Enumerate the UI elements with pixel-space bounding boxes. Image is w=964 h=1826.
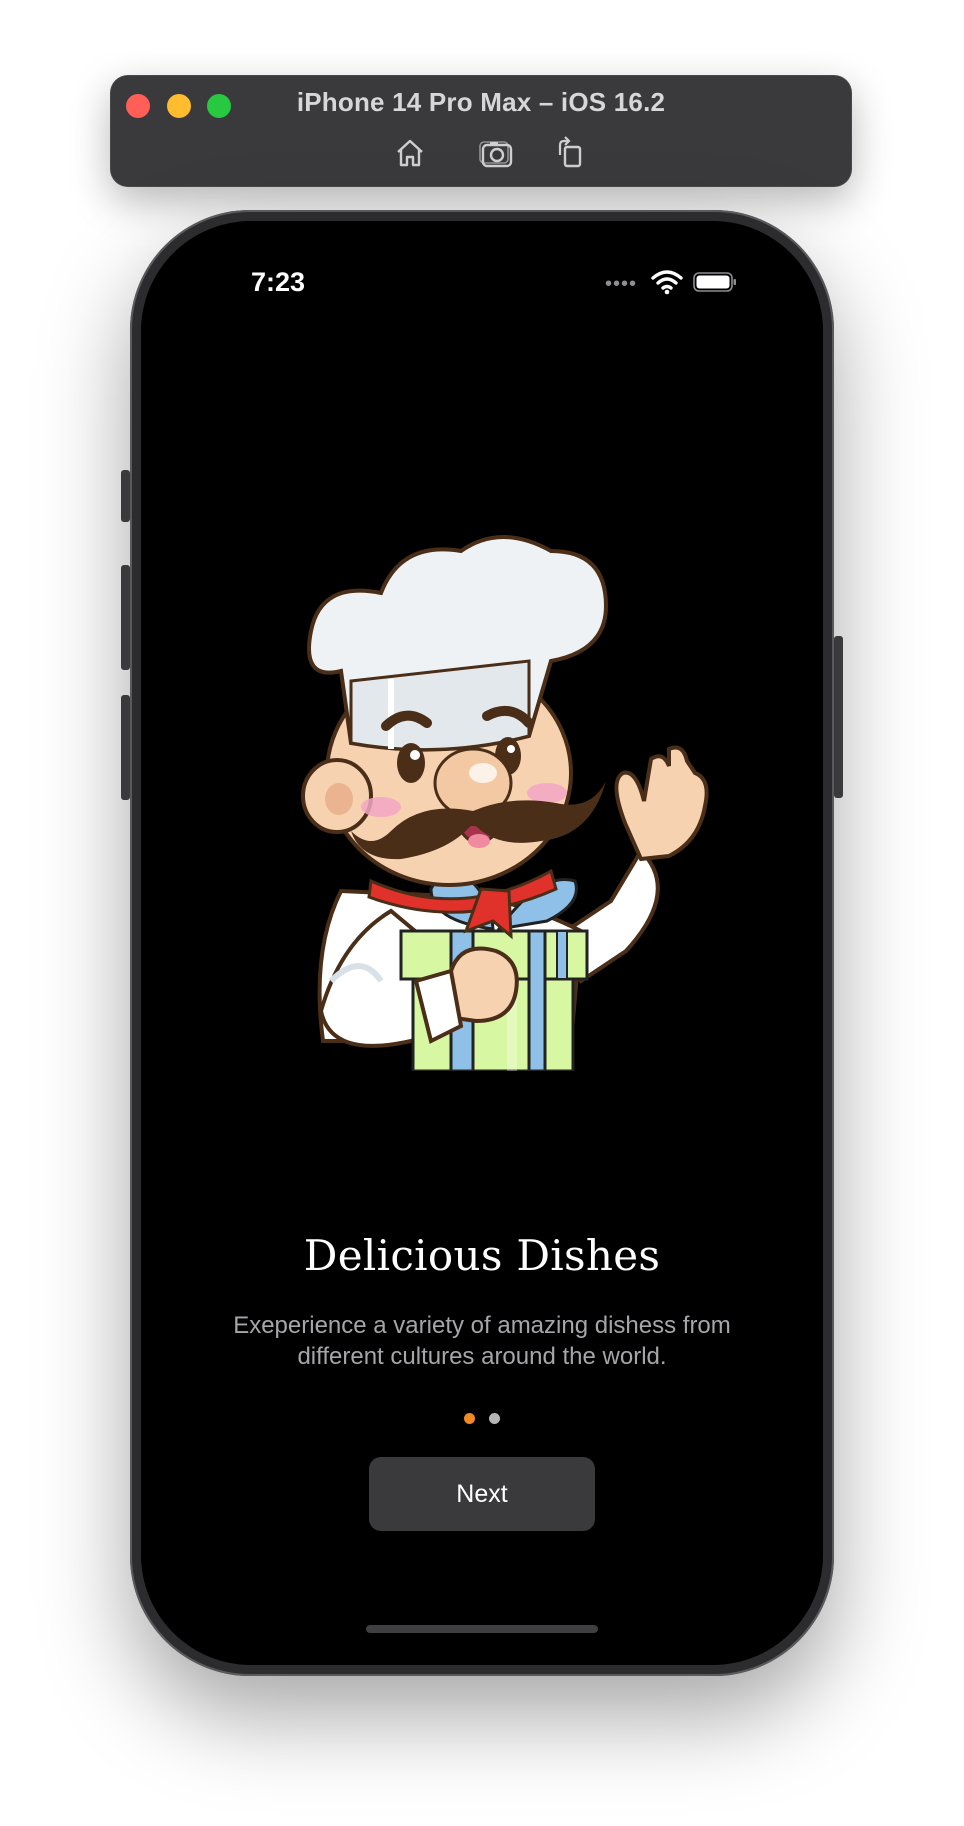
rotate-icon[interactable] bbox=[550, 133, 590, 173]
screenshot-icon[interactable] bbox=[476, 133, 516, 173]
onboarding-description-line-2: different cultures around the world. bbox=[297, 1343, 667, 1370]
page-dot[interactable] bbox=[489, 1413, 500, 1424]
simulator-title-bar: iPhone 14 Pro Max – iOS 16.2 bbox=[110, 75, 852, 187]
onboarding-title: Delicious Dishes bbox=[303, 1231, 661, 1280]
simulator-title: iPhone 14 Pro Max – iOS 16.2 bbox=[296, 87, 666, 117]
onboarding-description-line-1: Exeperience a variety of amazing dishess… bbox=[233, 1312, 731, 1339]
wifi-icon bbox=[651, 269, 683, 295]
home-indicator[interactable] bbox=[366, 1625, 598, 1633]
cellular-icon: •••• bbox=[605, 273, 638, 295]
volume-up-button bbox=[121, 565, 130, 670]
page-dot-active[interactable] bbox=[464, 1413, 475, 1424]
power-button bbox=[834, 636, 843, 798]
phone-screen: 7:23 •••• Delicious Dishes Exeperience a… bbox=[141, 221, 823, 1665]
silent-switch bbox=[121, 470, 130, 522]
battery-icon bbox=[693, 272, 737, 292]
chef-with-gift-illustration bbox=[211, 511, 731, 1073]
onboarding-description: Exeperience a variety of amazing dishess… bbox=[181, 1310, 783, 1372]
simulator-toolbar bbox=[390, 133, 582, 173]
status-time: 7:23 bbox=[251, 267, 306, 297]
volume-down-button bbox=[121, 695, 130, 800]
status-icons: •••• bbox=[605, 269, 745, 295]
home-icon[interactable] bbox=[390, 133, 430, 173]
next-button[interactable]: Next bbox=[369, 1457, 595, 1531]
page-indicator[interactable] bbox=[141, 1411, 823, 1425]
